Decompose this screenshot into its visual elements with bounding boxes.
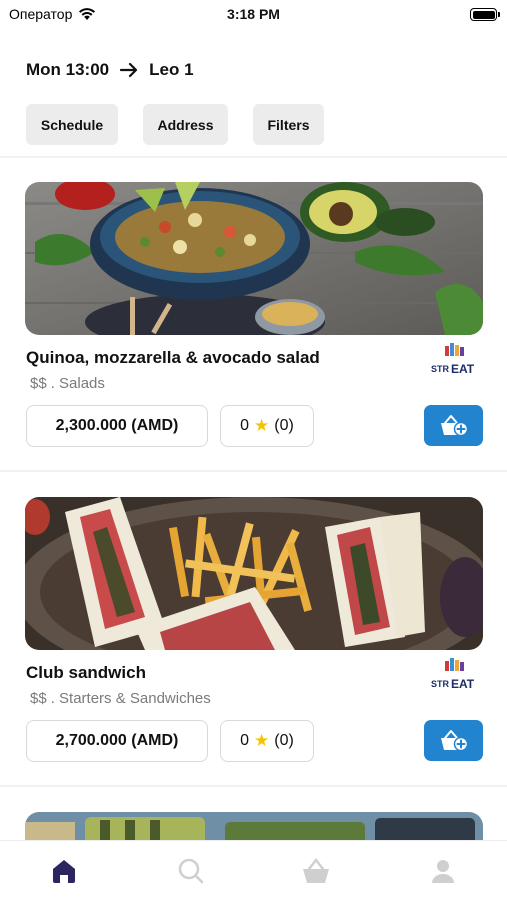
schedule-button[interactable]: Schedule — [26, 104, 118, 145]
item-title[interactable]: Club sandwich — [26, 663, 146, 683]
svg-text:STR: STR — [431, 679, 450, 689]
status-bar: Оператор 3:18 PM — [0, 0, 507, 30]
item-price: 2,700.000 (AMD) — [26, 720, 208, 762]
tab-search[interactable] — [175, 855, 207, 887]
address-button[interactable]: Address — [143, 104, 228, 145]
vendor-logo[interactable]: STR EAT — [431, 657, 479, 693]
item-rating[interactable]: 0 ★ (0) — [220, 720, 314, 762]
item-meta: $$. Salads — [30, 375, 105, 392]
search-icon — [178, 858, 204, 884]
tab-home[interactable] — [48, 855, 80, 887]
food-photo[interactable] — [25, 497, 483, 650]
star-icon: ★ — [254, 731, 270, 750]
delivery-time: Mon 13:00 — [26, 60, 110, 79]
filters-button[interactable]: Filters — [253, 104, 324, 145]
arrow-right-icon — [120, 62, 138, 78]
item-title[interactable]: Quinoa, mozzarella & avocado salad — [26, 348, 320, 368]
basket-icon — [303, 857, 329, 883]
status-time: 3:18 PM — [227, 6, 280, 22]
divider — [0, 156, 507, 158]
divider — [0, 785, 507, 787]
vendor-logo[interactable]: STR EAT — [431, 342, 479, 378]
menu-item-card[interactable]: Club sandwich $$. Starters & Sandwiches … — [0, 497, 507, 787]
add-to-cart-icon — [440, 729, 468, 751]
svg-text:EAT: EAT — [451, 362, 475, 376]
item-category: . Starters & Sandwiches — [50, 690, 211, 707]
battery-icon — [470, 8, 500, 21]
divider — [0, 470, 507, 472]
filter-chips: Schedule Address Filters — [26, 104, 324, 145]
menu-item-card[interactable]: Quinoa, mozzarella & avocado salad $$. S… — [0, 182, 507, 472]
rating-value: 0 — [240, 417, 250, 434]
tab-basket[interactable] — [300, 855, 332, 887]
item-price: 2,300.000 (AMD) — [26, 405, 208, 447]
star-icon: ★ — [254, 416, 270, 435]
svg-text:STR: STR — [431, 364, 450, 374]
rating-count: (0) — [274, 417, 294, 434]
svg-text:EAT: EAT — [451, 677, 475, 691]
food-photo[interactable] — [25, 182, 483, 335]
item-category: . Salads — [50, 375, 105, 392]
add-to-cart-button[interactable] — [424, 720, 483, 761]
add-to-cart-button[interactable] — [424, 405, 483, 446]
profile-icon — [432, 860, 454, 883]
price-level: $$ — [30, 375, 47, 392]
delivery-route[interactable]: Mon 13:00 Leo 1 — [26, 60, 194, 80]
item-rating[interactable]: 0 ★ (0) — [220, 405, 314, 447]
home-icon — [53, 860, 75, 883]
add-to-cart-icon — [440, 414, 468, 436]
delivery-destination: Leo 1 — [149, 60, 194, 79]
item-meta: $$. Starters & Sandwiches — [30, 690, 211, 707]
bottom-tab-bar — [0, 840, 507, 900]
tab-profile[interactable] — [427, 855, 459, 887]
rating-count: (0) — [274, 732, 294, 749]
price-level: $$ — [30, 690, 47, 707]
rating-value: 0 — [240, 732, 250, 749]
